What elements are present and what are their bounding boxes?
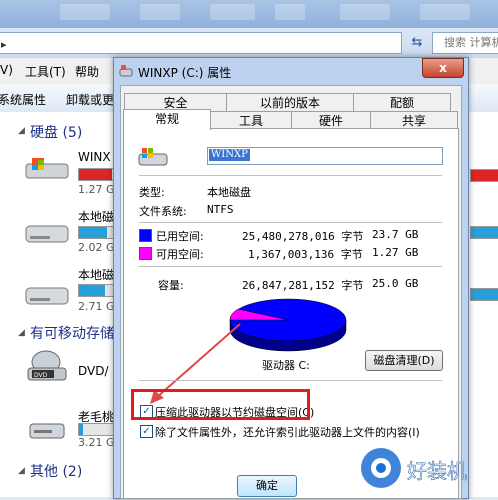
drive-usage-bar (470, 226, 498, 239)
used-space-label: 已用空间: (156, 230, 204, 243)
group-other[interactable]: 其他 (2) (30, 461, 82, 481)
group-hard-disks[interactable]: 硬盘 (5) (30, 122, 82, 142)
drive-letter-label: 驱动器 C: (262, 359, 310, 372)
used-space-bytes: 25,480,278,016 字节 (242, 230, 364, 243)
collapse-icon[interactable]: ◢ (18, 126, 25, 136)
separator (139, 175, 442, 176)
tab-general[interactable]: 常规 (123, 109, 211, 130)
watermark-logo: 好装机 (355, 440, 498, 497)
hard-drive-icon (24, 220, 70, 246)
blurred-tab (60, 4, 110, 20)
windows-drive-icon (24, 156, 70, 182)
navigation-pane[interactable] (0, 112, 19, 497)
drive-usage-bar (78, 168, 115, 181)
address-chevron-icon[interactable]: ▸ (1, 38, 7, 51)
free-space-swatch (139, 247, 152, 260)
drive-name[interactable]: DVD/ (78, 364, 109, 378)
group-removable[interactable]: 有可移动存储 (30, 323, 114, 343)
disk-cleanup-button[interactable]: 磁盘清理(D) (365, 350, 443, 371)
index-checkbox[interactable]: ✓ (140, 425, 153, 438)
menu-tools[interactable]: 工具(T) (25, 63, 66, 80)
drive-icon (119, 64, 133, 78)
menu-view[interactable]: V) (0, 63, 13, 77)
used-space-gb: 23.7 GB (372, 228, 419, 241)
blurred-tab (275, 4, 305, 20)
drive-size: 2.02 G (78, 241, 115, 254)
capacity-gb: 25.0 GB (372, 277, 419, 290)
drive-usage-bar (470, 288, 498, 301)
type-label: 类型: (139, 186, 165, 199)
uninstall-button[interactable]: 卸载或更 (66, 91, 114, 108)
menu-help[interactable]: 帮助 (75, 63, 99, 80)
dialog-title: WINXP (C:) 属性 (138, 66, 232, 80)
drive-name-value[interactable]: WINXP (209, 149, 250, 161)
collapse-icon[interactable]: ◢ (18, 328, 25, 338)
tab-previous-versions[interactable]: 以前的版本 (226, 93, 354, 112)
drive-size: 2.71 G (78, 300, 115, 313)
address-field[interactable]: ▸ (0, 32, 402, 54)
drive-name[interactable]: 本地磁 (78, 266, 114, 283)
dvd-drive-icon: DVD (24, 350, 70, 381)
filesystem-label: 文件系统: (139, 205, 187, 218)
explorer-title-bar (0, 0, 498, 28)
svg-text:DVD: DVD (34, 372, 48, 379)
separator (139, 266, 442, 267)
drive-usage-bar (78, 226, 115, 239)
watermark-text: 好装机 (407, 459, 467, 483)
free-space-label: 可用空间: (156, 248, 204, 261)
free-space-gb: 1.27 GB (372, 246, 419, 259)
annotation-highlight-box (131, 389, 310, 420)
drive-size: 1.27 G (78, 183, 115, 196)
drive-name[interactable]: 本地磁 (78, 208, 114, 225)
windows-drive-icon (138, 146, 168, 168)
used-space-swatch (139, 229, 152, 242)
free-space-bytes: 1,367,003,136 字节 (248, 248, 363, 261)
drive-usage-bar (470, 169, 498, 182)
blurred-tab (340, 4, 390, 20)
tab-quota[interactable]: 配额 (353, 93, 451, 112)
system-properties-button[interactable]: 系统属性 (0, 91, 46, 108)
separator (139, 380, 442, 381)
type-value: 本地磁盘 (207, 186, 251, 199)
collapse-icon[interactable]: ◢ (18, 466, 25, 476)
index-label: 除了文件属性外，还允许索引此驱动器上文件的内容(I) (155, 426, 420, 439)
drive-name[interactable]: WINX (78, 150, 111, 164)
capacity-label: 容量: (158, 279, 184, 292)
refresh-icon[interactable]: ⇆ (405, 33, 429, 53)
hard-drive-icon (24, 282, 70, 308)
capacity-bytes: 26,847,281,152 字节 (242, 279, 364, 292)
filesystem-value: NTFS (207, 203, 234, 216)
separator (139, 222, 442, 223)
drive-usage-bar (78, 284, 115, 297)
drive-size: 3.21 G (78, 436, 115, 449)
drive-usage-bar (78, 423, 115, 436)
ok-button[interactable]: 确定 (237, 475, 297, 497)
search-placeholder: 搜索 计算机 (444, 36, 498, 49)
usb-drive-icon (24, 418, 70, 444)
blurred-tab (140, 4, 180, 20)
close-button[interactable]: x (422, 58, 464, 78)
blurred-tab (420, 4, 470, 20)
blurred-tab (210, 4, 255, 20)
